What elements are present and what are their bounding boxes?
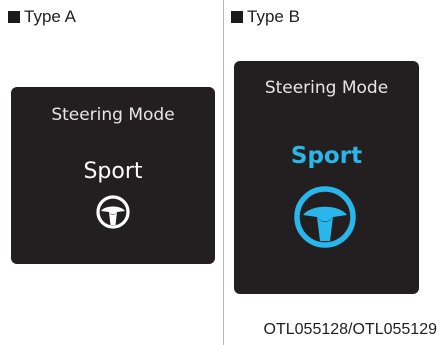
type-a-section: Type A Steering Mode Sport [0, 0, 223, 345]
type-b-heading: Type B [231, 7, 300, 27]
square-bullet-icon [8, 11, 20, 23]
steering-mode-display-type-b: Steering Mode Sport [234, 61, 419, 294]
steering-wheel-icon [294, 186, 356, 248]
page: Type A Steering Mode Sport Type B Steeri… [0, 0, 442, 345]
type-a-label: Type A [24, 7, 76, 26]
steering-mode-display-type-a: Steering Mode Sport [11, 87, 215, 264]
figure-caption: OTL055128/OTL055129 [263, 321, 437, 338]
square-bullet-icon [231, 11, 243, 23]
sport-mode-label-a: Sport [83, 159, 143, 184]
type-b-label: Type B [247, 7, 300, 26]
steering-mode-title-a: Steering Mode [51, 105, 175, 125]
steering-wheel-icon [96, 195, 130, 229]
type-b-section: Type B Steering Mode Sport OTL055128/OTL… [224, 0, 442, 345]
sport-mode-label-b: Sport [290, 143, 363, 169]
type-a-heading: Type A [8, 7, 76, 27]
steering-mode-title-b: Steering Mode [264, 78, 389, 98]
